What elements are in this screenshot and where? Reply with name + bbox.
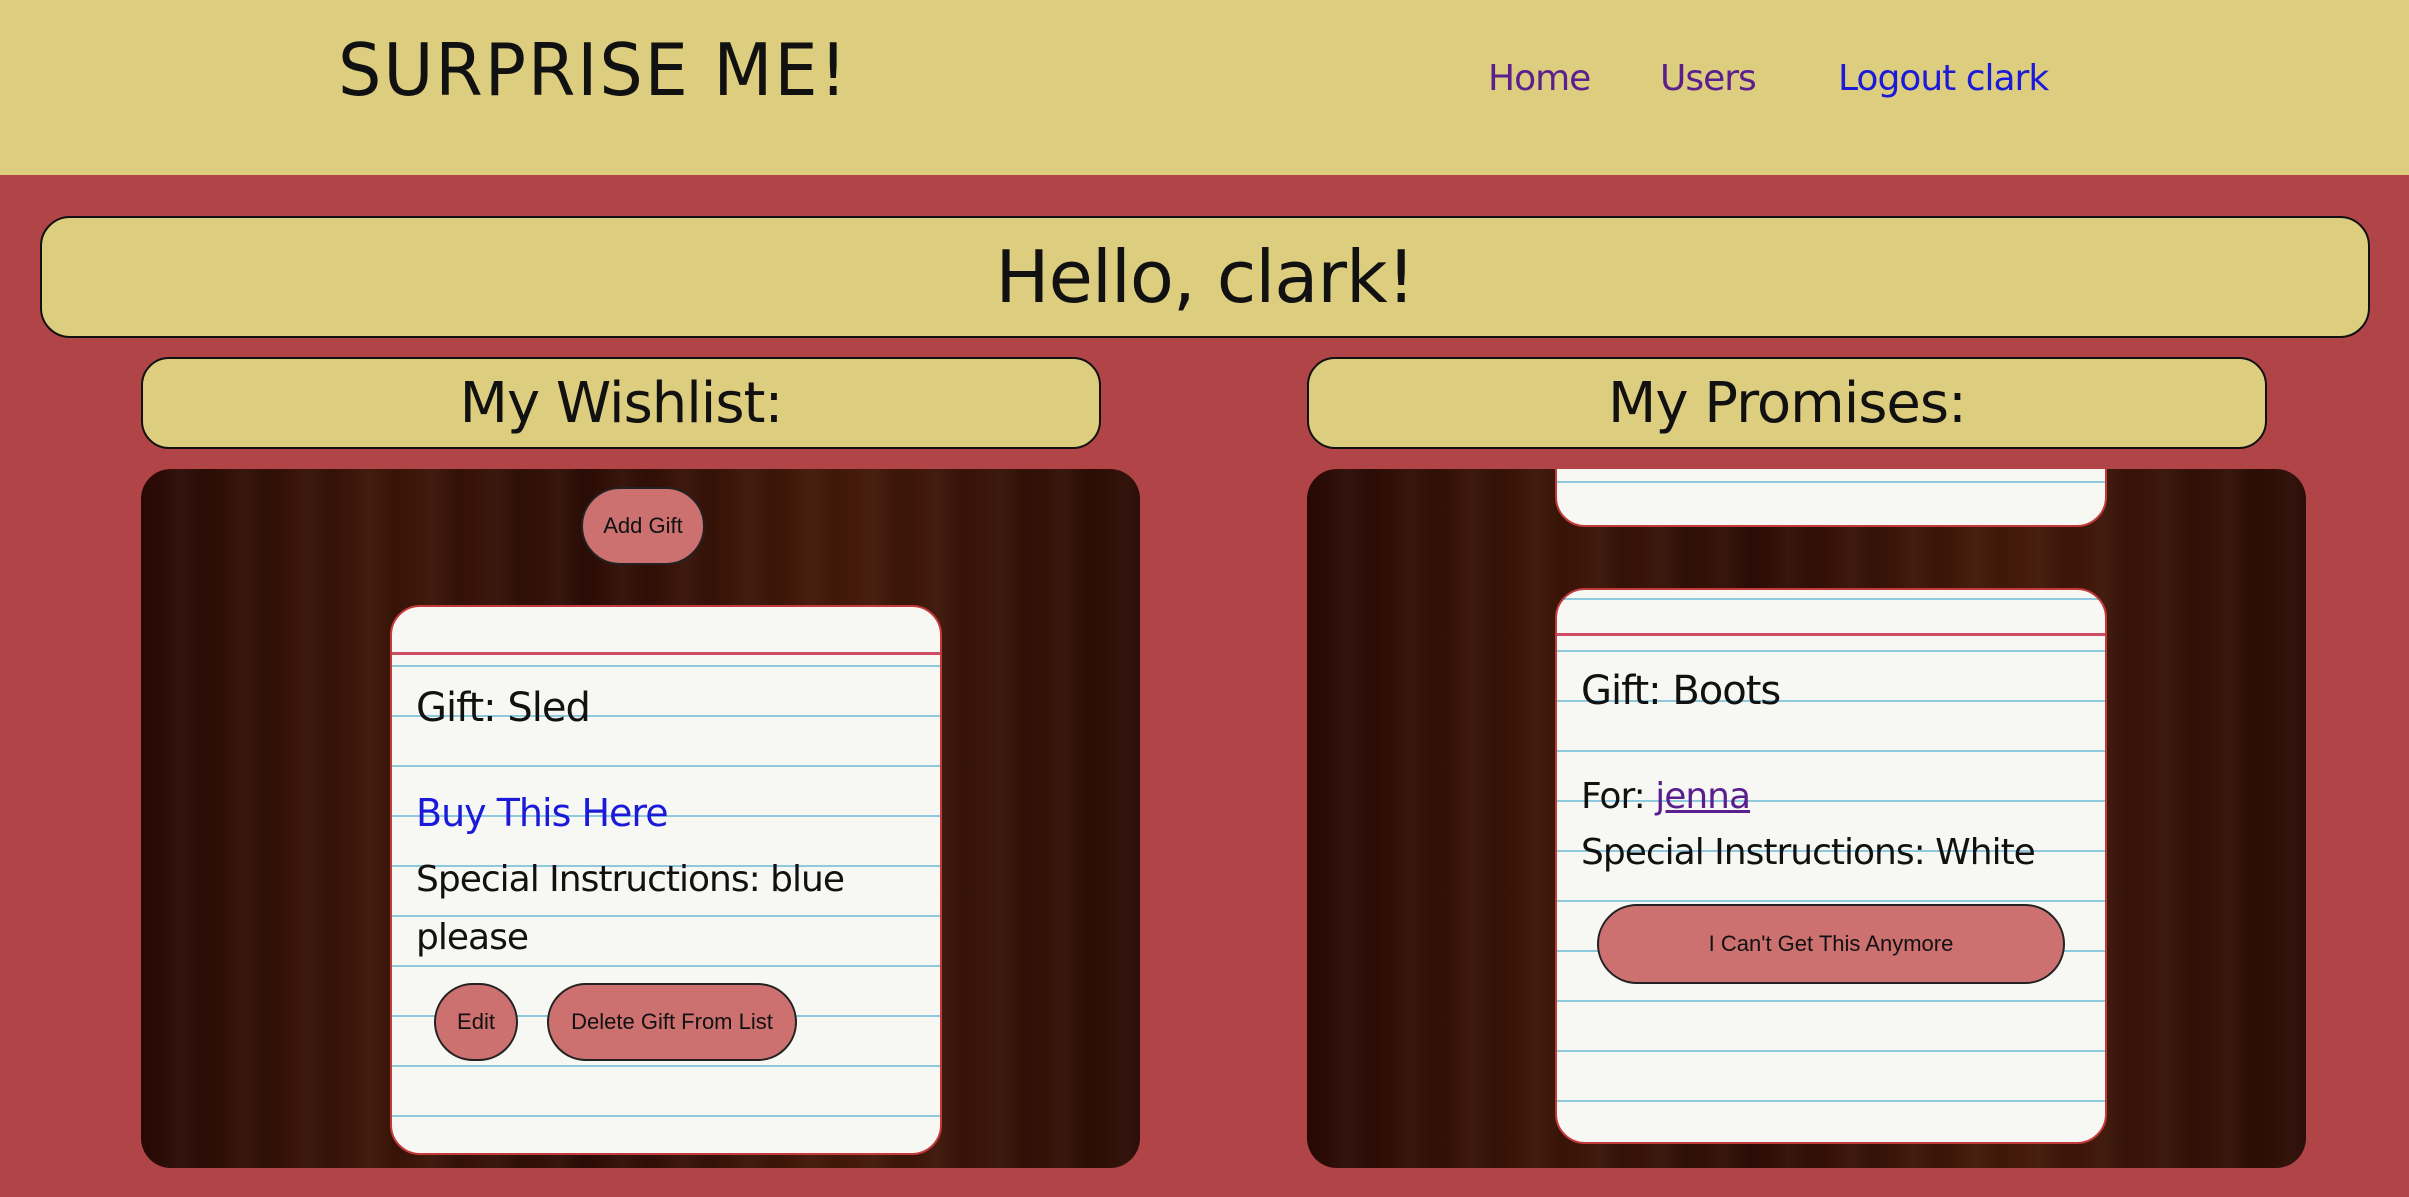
wishlist-panel: Add Gift Gift: Sled Buy This Here Specia…	[141, 469, 1140, 1168]
buy-link[interactable]: Buy This Here	[416, 791, 669, 835]
wishlist-heading-box: My Wishlist:	[141, 357, 1101, 449]
wishlist-heading: My Wishlist:	[459, 370, 784, 436]
promises-heading-box: My Promises:	[1307, 357, 2267, 449]
greeting-banner: Hello, clark!	[40, 216, 2370, 338]
edit-gift-button[interactable]: Edit	[434, 983, 518, 1061]
recipient-link[interactable]: jenna	[1655, 776, 1751, 817]
promise-recipient: For: jenna	[1581, 776, 1751, 817]
recipient-prefix: For:	[1581, 776, 1656, 817]
add-gift-button[interactable]: Add Gift	[581, 487, 705, 565]
site-header: SURPRISE ME! Home Users Logout clark	[0, 0, 2409, 175]
promise-gift-card: Gift: Boots For: jenna Special Instructi…	[1555, 588, 2107, 1144]
greeting-text: Hello, clark!	[995, 235, 1415, 319]
card-margin-line	[1557, 633, 2105, 636]
nav-logout-link[interactable]: Logout clark	[1838, 58, 2049, 99]
promises-heading: My Promises:	[1608, 370, 1967, 436]
nav-users-link[interactable]: Users	[1660, 58, 1757, 99]
site-brand: SURPRISE ME!	[338, 28, 849, 112]
gift-instructions: Special Instructions: blue please	[416, 859, 845, 958]
promises-panel[interactable]: Gift: Boots For: jenna Special Instructi…	[1307, 469, 2306, 1168]
promise-gift-title: Gift: Boots	[1581, 668, 1781, 714]
promise-instructions: Special Instructions: White	[1581, 832, 2036, 873]
wishlist-gift-card: Gift: Sled Buy This Here Special Instruc…	[390, 605, 942, 1155]
delete-gift-button[interactable]: Delete Gift From List	[547, 983, 797, 1061]
card-margin-line	[392, 652, 940, 655]
nav-home-link[interactable]: Home	[1488, 58, 1591, 99]
cancel-promise-button[interactable]: I Can't Get This Anymore	[1597, 904, 2065, 984]
previous-promise-card	[1555, 469, 2107, 527]
gift-title: Gift: Sled	[416, 685, 591, 731]
